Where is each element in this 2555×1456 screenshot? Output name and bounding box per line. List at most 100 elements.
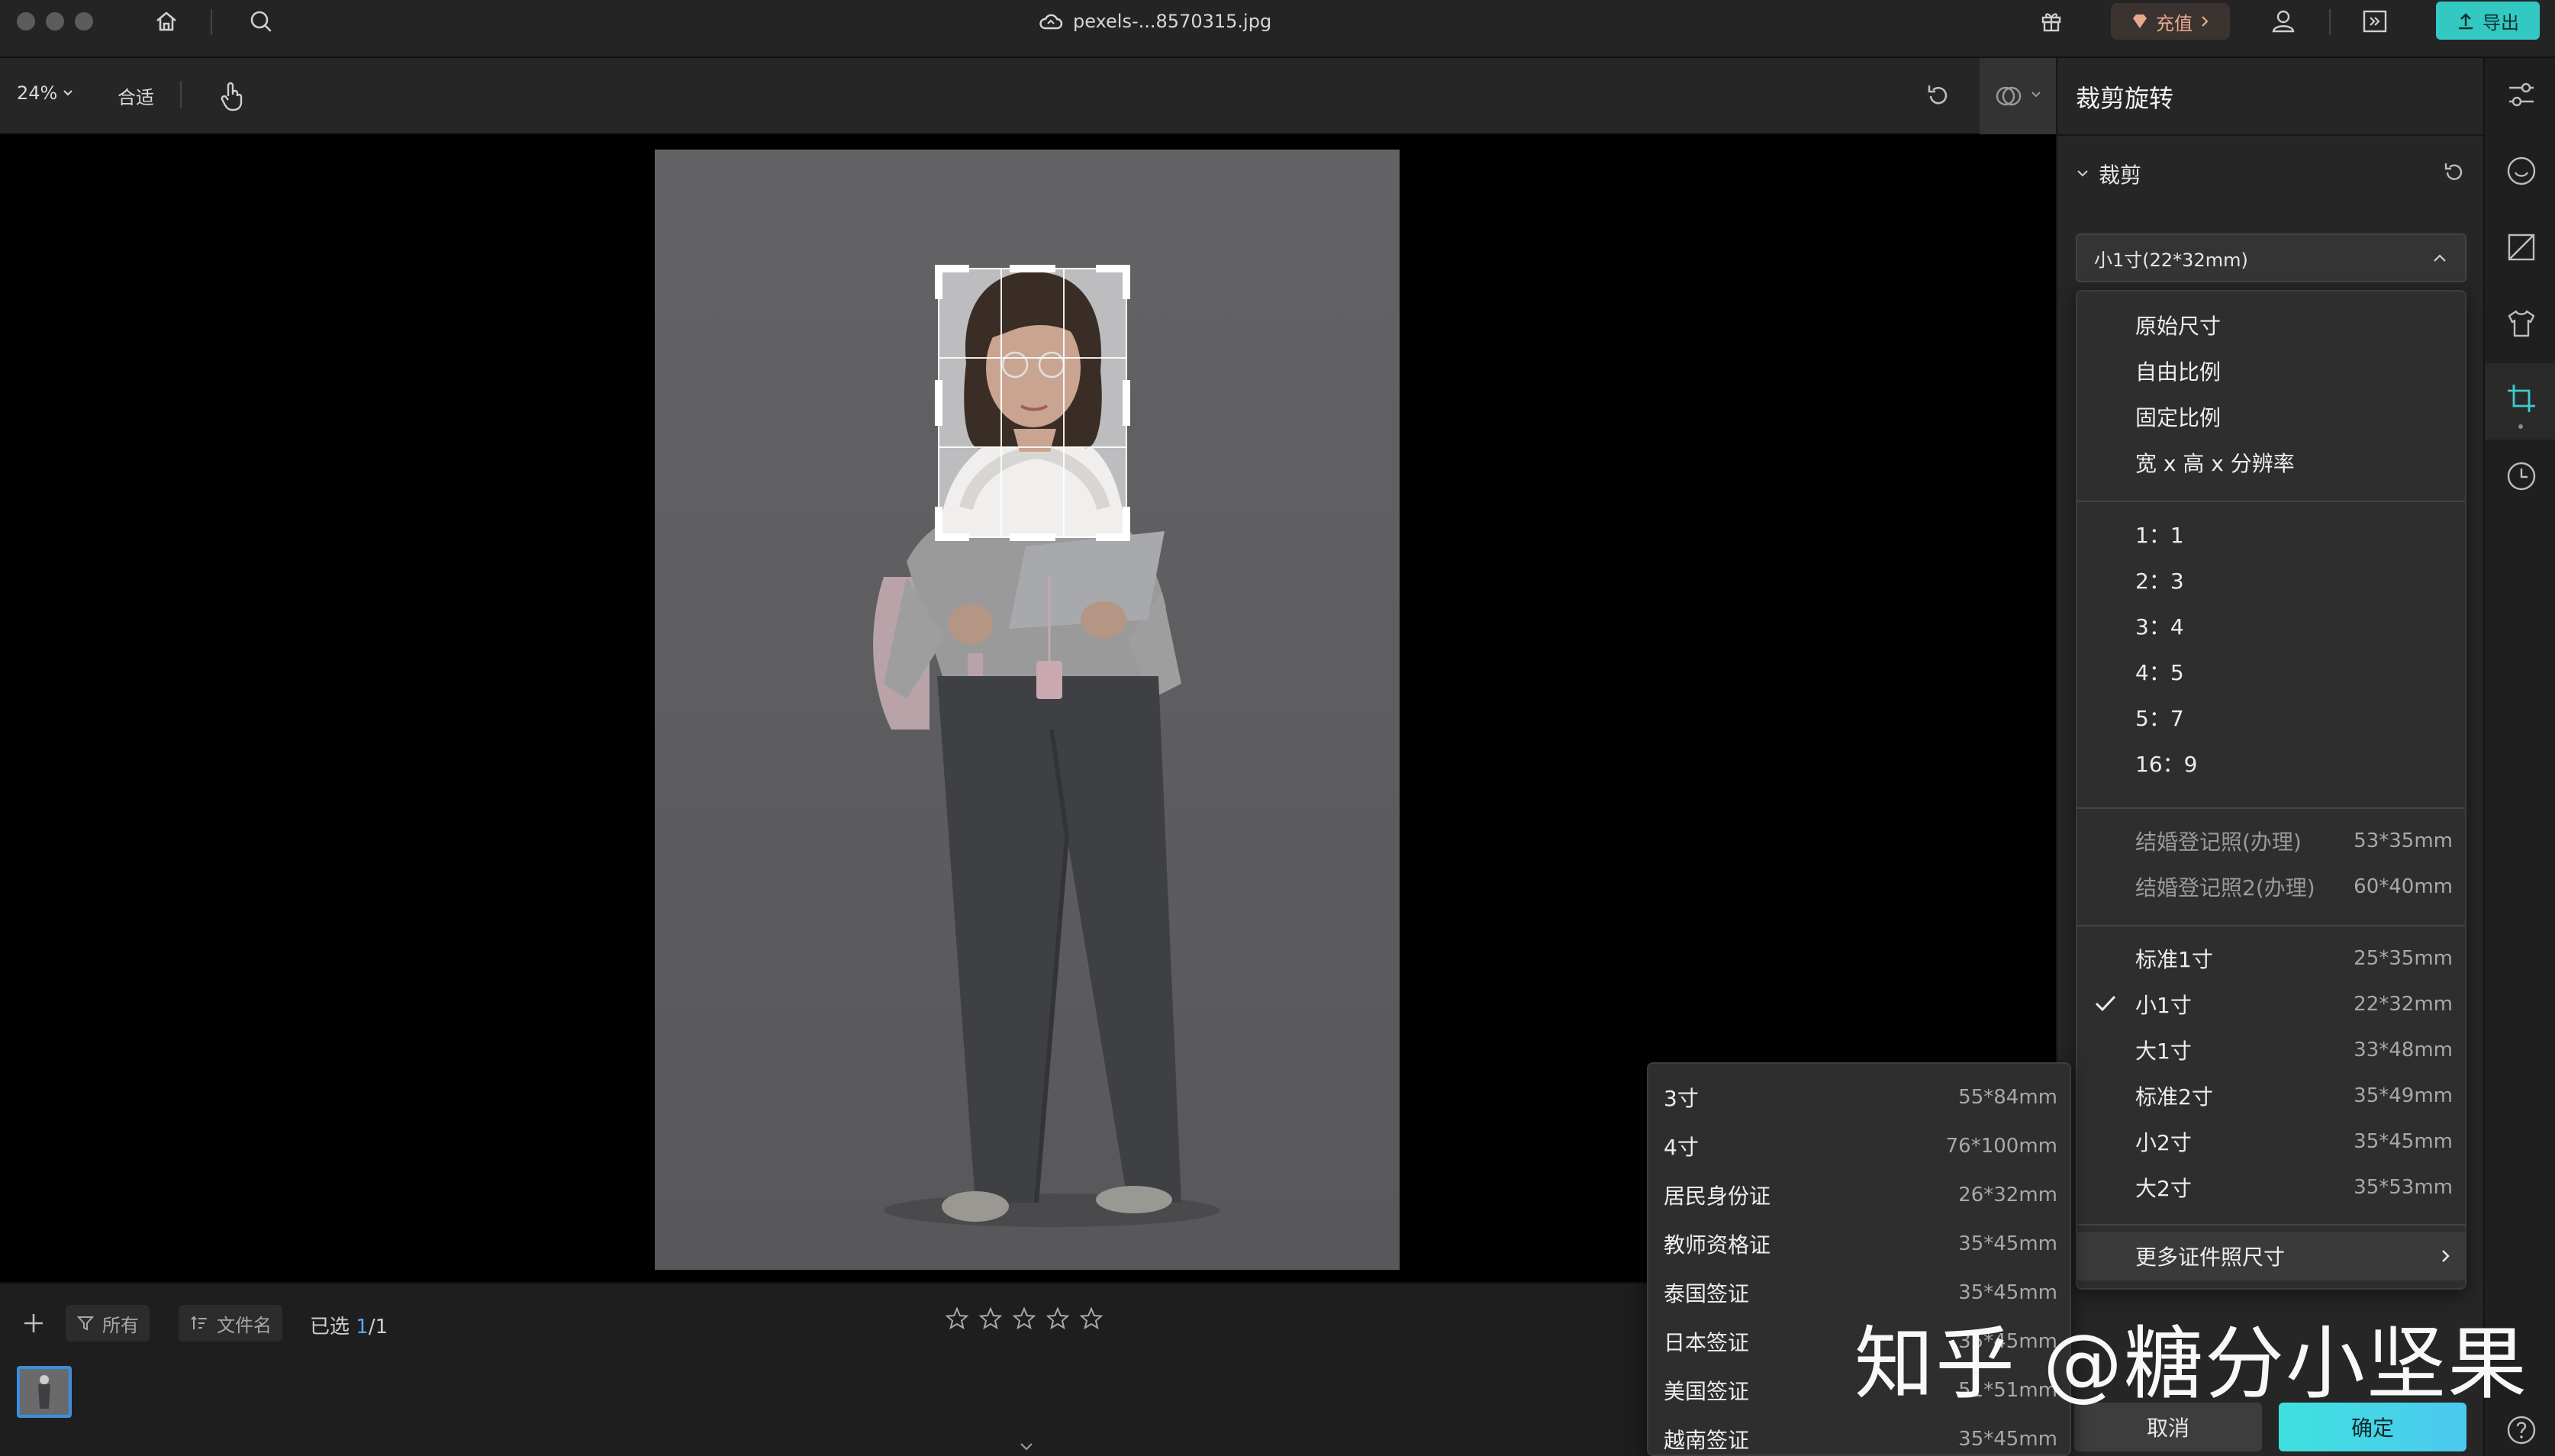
option-standard-1-inch[interactable]: 标准1寸 25*35mm	[2077, 934, 2465, 983]
home-icon[interactable]	[150, 5, 183, 38]
option-ratio-16-9[interactable]: 16：9	[2077, 739, 2465, 788]
submenu-item[interactable]: 居民身份证 26*32mm	[1648, 1171, 2070, 1219]
window-zoom-button[interactable]	[75, 12, 93, 31]
tool-rail	[2483, 58, 2555, 1456]
submenu-item[interactable]: 3寸 55*84mm	[1648, 1073, 2070, 1122]
star-icon[interactable]	[1046, 1306, 1070, 1331]
eraser-icon[interactable]	[2505, 230, 2538, 264]
panel-toggle-icon[interactable]	[2358, 5, 2392, 38]
hand-pointer-icon[interactable]	[217, 79, 247, 113]
divider	[2329, 9, 2331, 35]
more-id-photo-sizes[interactable]: 更多证件照尺寸	[2077, 1232, 2465, 1280]
help-icon[interactable]	[2505, 1413, 2538, 1447]
chevron-down-icon	[63, 90, 73, 96]
crop-region[interactable]	[935, 265, 1130, 541]
sort-icon	[191, 1316, 207, 1329]
toolbar: 24% 合适	[0, 58, 2056, 134]
sort-button[interactable]: 文件名	[179, 1305, 282, 1342]
diamond-icon	[2133, 14, 2147, 28]
option-large-1-inch[interactable]: 大1寸 33*48mm	[2077, 1026, 2465, 1074]
photo-preview[interactable]	[655, 150, 1400, 1270]
export-button[interactable]: 导出	[2436, 2, 2540, 40]
adjust-sliders-icon[interactable]	[2505, 78, 2538, 111]
window-close-button[interactable]	[17, 12, 35, 31]
file-name: pexels-...8570315.jpg	[1073, 11, 1272, 32]
gift-icon[interactable]	[2035, 5, 2068, 38]
user-icon[interactable]	[2267, 5, 2300, 38]
option-original-size[interactable]: 原始尺寸	[2077, 301, 2465, 350]
title-bar: pexels-...8570315.jpg 充值 导出	[0, 0, 2555, 58]
option-ratio-3-4[interactable]: 3：4	[2077, 601, 2465, 650]
checkmark-icon	[2095, 995, 2116, 1012]
panel-title: 裁剪旋转	[2076, 84, 2174, 113]
reset-icon[interactable]	[2439, 157, 2470, 188]
divider	[2077, 1224, 2465, 1226]
option-ratio-4-5[interactable]: 4：5	[2077, 647, 2465, 696]
star-rating[interactable]	[945, 1306, 1104, 1331]
sort-label: 文件名	[217, 1314, 272, 1336]
option-standard-2-inch[interactable]: 标准2寸 35*49mm	[2077, 1071, 2465, 1120]
add-icon[interactable]	[20, 1309, 47, 1337]
zoom-value: 24%	[17, 82, 58, 104]
star-icon[interactable]	[1012, 1306, 1036, 1331]
star-icon[interactable]	[945, 1306, 969, 1331]
chevron-down-icon[interactable]	[1015, 1441, 1038, 1456]
zoom-select[interactable]: 24%	[17, 82, 74, 104]
option-marriage-photo-2[interactable]: 结婚登记照2(办理) 60*40mm	[2077, 862, 2465, 911]
active-dot	[2518, 424, 2523, 429]
chevron-right-icon	[2202, 16, 2209, 27]
option-small-2-inch[interactable]: 小2寸 35*45mm	[2077, 1117, 2465, 1166]
compare-toggle[interactable]	[1980, 58, 2056, 134]
crop-icon	[2508, 385, 2535, 412]
option-ratio-5-7[interactable]: 5：7	[2077, 693, 2465, 742]
option-marriage-photo[interactable]: 结婚登记照(办理) 53*35mm	[2077, 817, 2465, 865]
submenu-item[interactable]: 4寸 76*100mm	[1648, 1122, 2070, 1171]
chevron-up-icon	[2434, 254, 2446, 262]
search-icon[interactable]	[244, 5, 278, 38]
file-title: pexels-...8570315.jpg	[1038, 8, 1271, 35]
watermark-text: 知乎 @糖分小坚果	[1854, 1317, 2529, 1410]
cloud-icon	[1039, 14, 1063, 30]
option-width-height-resolution[interactable]: 宽 x 高 x 分辨率	[2077, 438, 2465, 487]
star-icon[interactable]	[978, 1306, 1003, 1331]
filter-button[interactable]: 所有	[66, 1305, 150, 1342]
window-minimize-button[interactable]	[46, 12, 64, 31]
chevron-down-icon	[2031, 92, 2041, 98]
divider	[2077, 925, 2465, 926]
thumbnail-image	[20, 1369, 69, 1415]
crop-section-header[interactable]: 裁剪	[2076, 159, 2141, 189]
divider	[2077, 807, 2465, 809]
option-ratio-2-3[interactable]: 2：3	[2077, 556, 2465, 604]
fit-button[interactable]: 合适	[118, 82, 154, 109]
selected-count: 1	[356, 1316, 369, 1338]
export-label: 导出	[2483, 11, 2519, 34]
submenu-item[interactable]: 教师资格证 35*45mm	[1648, 1219, 2070, 1268]
image-thumbnail[interactable]	[17, 1366, 72, 1418]
selected-total: /1	[368, 1316, 388, 1338]
filter-label: 所有	[102, 1314, 139, 1336]
divider	[2056, 134, 2483, 136]
person-photo-image	[655, 150, 1400, 1270]
option-free-ratio[interactable]: 自由比例	[2077, 346, 2465, 395]
crop-tool-tab[interactable]	[2485, 363, 2555, 440]
divider	[180, 81, 182, 108]
option-ratio-1-1[interactable]: 1：1	[2077, 510, 2465, 559]
option-small-1-inch[interactable]: 小1寸 22*32mm	[2077, 980, 2465, 1029]
star-icon[interactable]	[1079, 1306, 1104, 1331]
recharge-button[interactable]: 充值	[2111, 3, 2230, 40]
chevron-down-icon	[2077, 170, 2088, 177]
crop-size-select[interactable]: 小1寸(22*32mm)	[2076, 234, 2466, 282]
divider	[2077, 501, 2465, 502]
reset-icon[interactable]	[1922, 79, 1955, 113]
crop-section-label: 裁剪	[2099, 163, 2142, 188]
recharge-label: 充值	[2156, 12, 2193, 34]
clothing-icon[interactable]	[2505, 307, 2538, 340]
history-icon[interactable]	[2505, 459, 2538, 493]
submenu-item[interactable]: 越南签证 35*45mm	[1648, 1415, 2070, 1454]
selected-label: 已选	[310, 1316, 350, 1338]
option-fixed-ratio[interactable]: 固定比例	[2077, 392, 2465, 441]
compare-icon	[1996, 86, 2022, 106]
option-large-2-inch[interactable]: 大2寸 35*53mm	[2077, 1163, 2465, 1212]
upload-icon	[2459, 13, 2473, 30]
face-retouch-icon[interactable]	[2505, 154, 2538, 188]
